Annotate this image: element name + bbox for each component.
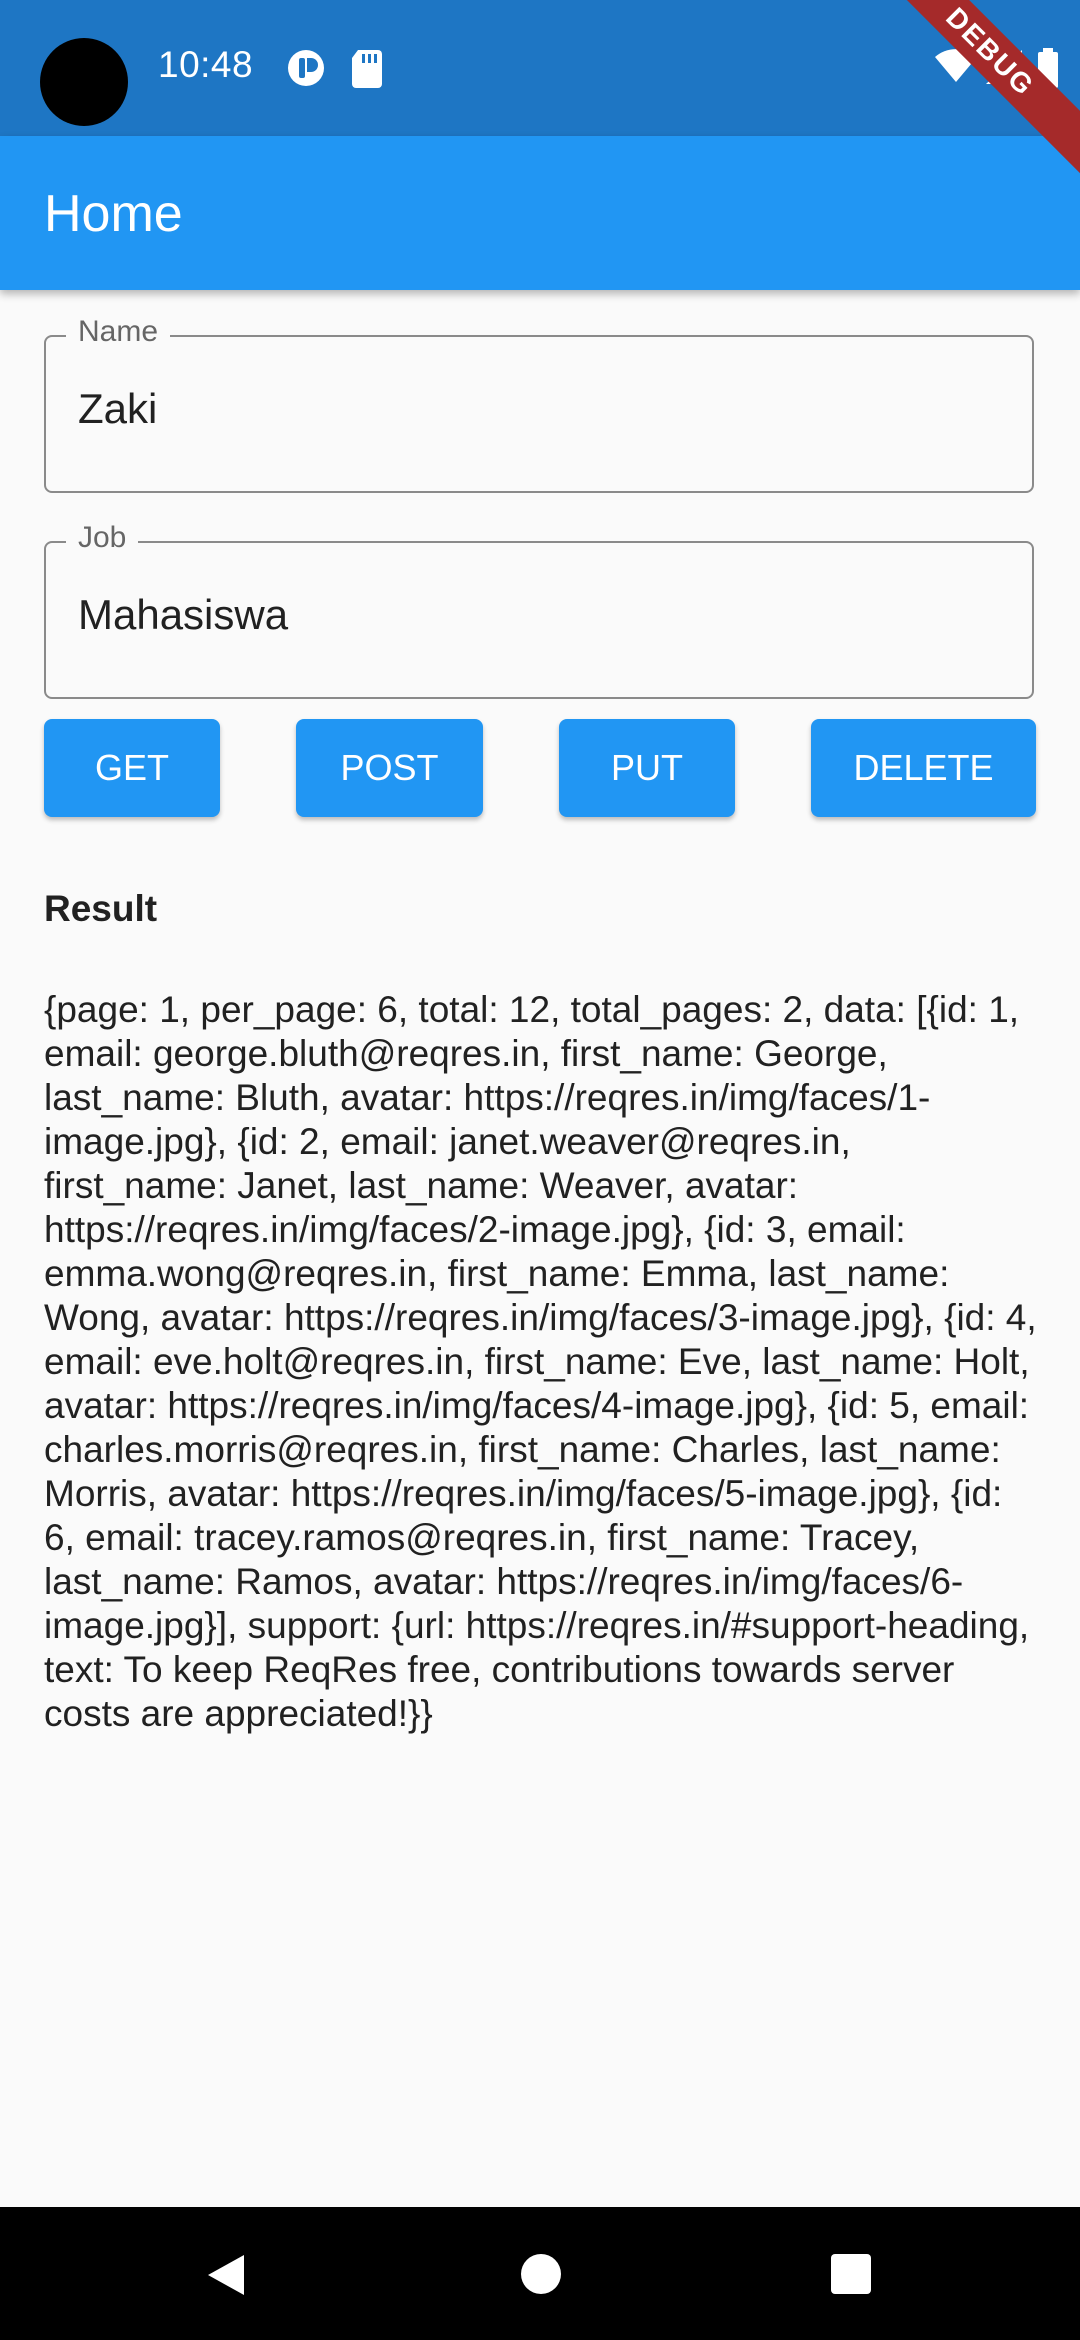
- result-heading: Result: [44, 888, 158, 929]
- result-text: {page: 1, per_page: 6, total: 12, total_…: [44, 989, 1037, 1734]
- job-field[interactable]: Job Mahasiswa: [44, 521, 1034, 699]
- put-button[interactable]: PUT: [559, 719, 735, 817]
- name-field-value[interactable]: Zaki: [78, 385, 157, 433]
- navigation-bar: [0, 2207, 1080, 2340]
- name-field[interactable]: Name Zaki: [44, 315, 1034, 493]
- home-icon[interactable]: [520, 2253, 562, 2295]
- back-icon[interactable]: [204, 2253, 246, 2297]
- app-bar: Home: [0, 136, 1080, 290]
- recents-icon[interactable]: [830, 2253, 872, 2295]
- camera-cutout: [40, 38, 128, 126]
- name-field-label: Name: [66, 315, 171, 349]
- job-field-value[interactable]: Mahasiswa: [78, 591, 288, 639]
- job-field-label: Job: [66, 521, 139, 555]
- get-button[interactable]: GET: [44, 719, 220, 817]
- page-title: Home: [44, 185, 183, 243]
- status-time: 10:48: [158, 44, 254, 85]
- status-bar: 10:48 DEBUG: [0, 0, 1080, 181]
- notification-icon: [288, 50, 324, 86]
- post-button[interactable]: POST: [296, 719, 483, 817]
- sd-card-icon: [352, 50, 382, 88]
- delete-button[interactable]: DELETE: [811, 719, 1036, 817]
